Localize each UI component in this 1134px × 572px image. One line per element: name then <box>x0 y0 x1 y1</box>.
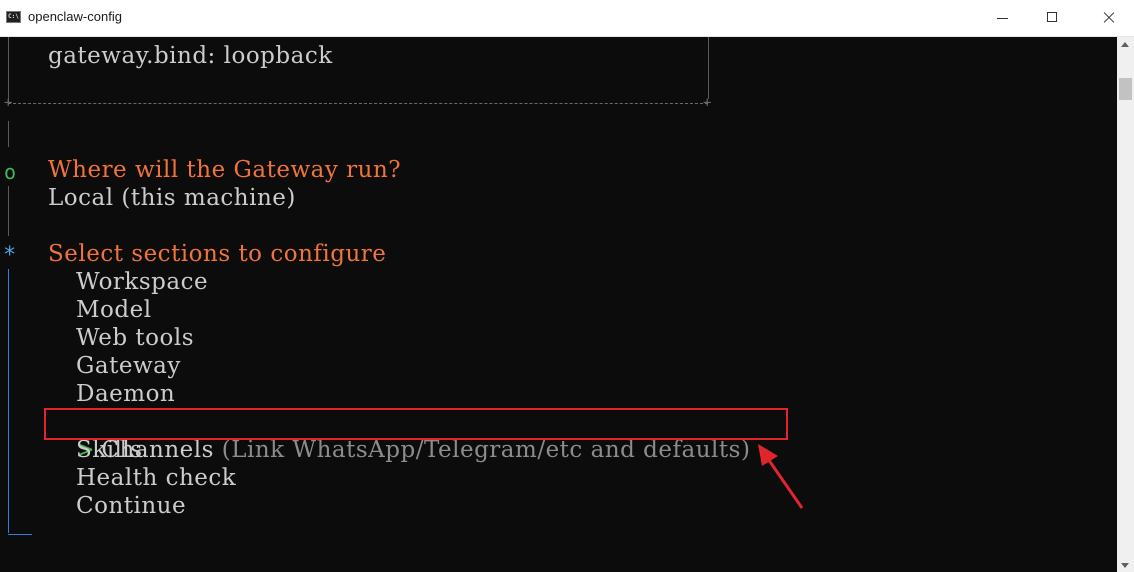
gateway-answer: Local (this machine) <box>48 185 296 211</box>
scroll-down-icon[interactable] <box>1121 563 1129 568</box>
gateway-bind-line: gateway.bind: loopback <box>48 43 333 69</box>
box-corner-right: + <box>703 95 712 111</box>
gutter-end-mark <box>8 534 32 535</box>
vertical-scrollbar[interactable] <box>1117 37 1134 572</box>
console-app-icon[interactable]: C:\ <box>6 11 21 23</box>
box-bottom-border <box>8 103 708 104</box>
minimize-button[interactable] <box>980 0 1026 36</box>
box-left-border <box>8 37 9 103</box>
box-corner-left: + <box>4 95 13 111</box>
scroll-up-icon[interactable] <box>1121 42 1129 47</box>
option-health-check[interactable]: Health check <box>76 464 236 492</box>
window-title: openclaw-config <box>28 9 122 24</box>
option-web-tools[interactable]: Web tools <box>76 324 194 352</box>
option-workspace[interactable]: Workspace <box>76 268 208 296</box>
close-button[interactable] <box>1086 0 1132 36</box>
scrollbar-thumb[interactable] <box>1119 78 1132 100</box>
option-continue[interactable]: Continue <box>76 492 186 520</box>
gutter-line-mid <box>8 186 9 236</box>
gutter-line-active <box>8 269 9 533</box>
option-model[interactable]: Model <box>76 296 152 324</box>
option-skills[interactable]: Skills <box>76 436 143 464</box>
option-channels-hint: (Link WhatsApp/Telegram/etc and defaults… <box>221 437 751 463</box>
highlight-annotation-box <box>44 408 788 440</box>
option-daemon[interactable]: Daemon <box>76 380 175 408</box>
option-gateway[interactable]: Gateway <box>76 352 181 380</box>
gateway-question: Where will the Gateway run? <box>48 157 402 183</box>
maximize-button[interactable] <box>1030 0 1076 36</box>
title-bar: C:\ openclaw-config <box>0 0 1134 37</box>
red-arrow-annotation-icon <box>758 444 804 509</box>
active-step-marker: * <box>3 243 17 268</box>
terminal-output[interactable]: + + gateway.bind: loopback o Where will … <box>0 37 1117 572</box>
box-right-border <box>708 37 709 99</box>
completed-step-marker: o <box>4 160 17 184</box>
sections-prompt: Select sections to configure <box>48 241 387 267</box>
gutter-line-top <box>8 121 9 147</box>
